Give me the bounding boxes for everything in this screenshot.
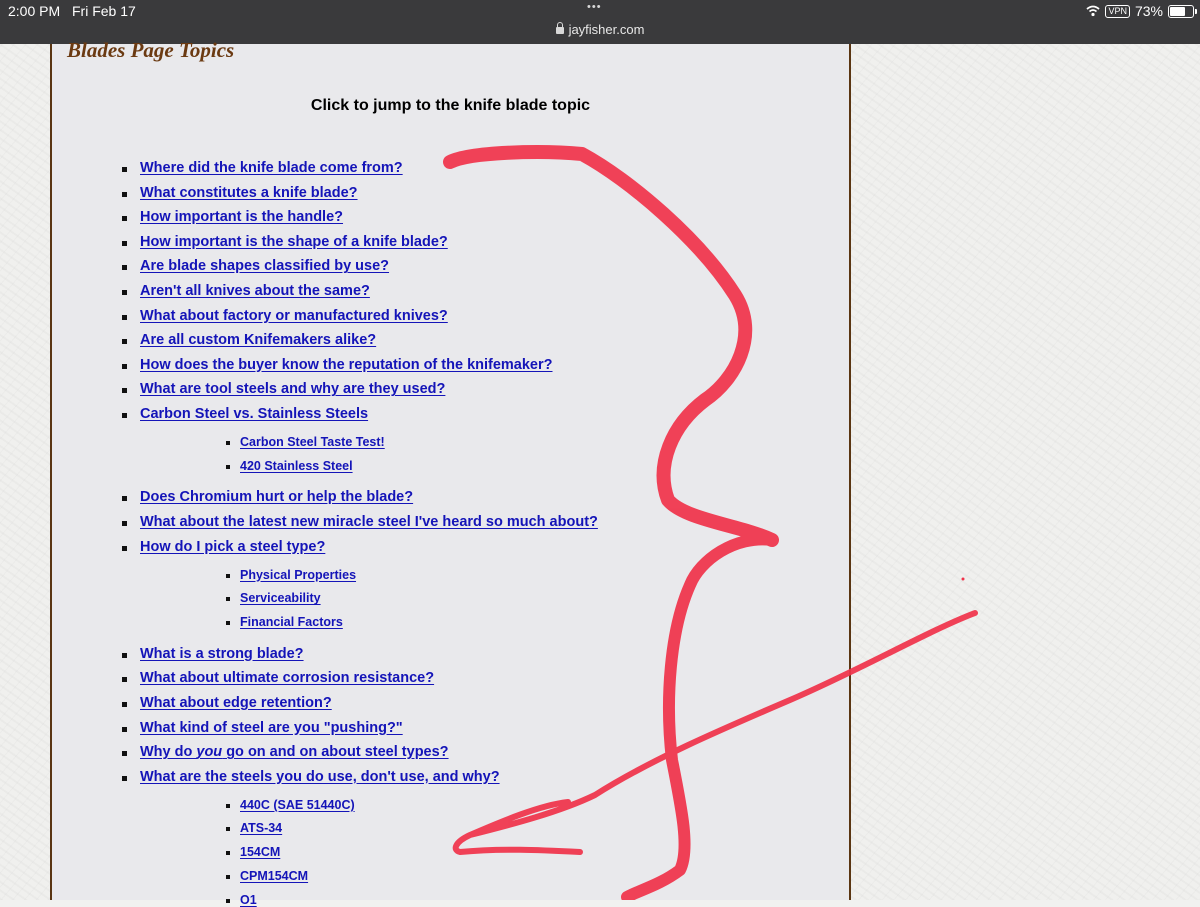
status-indicators: VPN 73% — [1086, 3, 1197, 19]
topic-link[interactable]: What about edge retention? — [140, 695, 332, 711]
topic-link[interactable]: Does Chromium hurt or help the blade? — [140, 489, 413, 505]
subtopic-link[interactable]: Carbon Steel Taste Test! — [240, 435, 385, 449]
topic-link[interactable]: Aren't all knives about the same? — [140, 283, 370, 299]
battery-percent: 73% — [1134, 3, 1163, 19]
subtopic-link[interactable]: Financial Factors — [240, 615, 343, 629]
subtopic-link[interactable]: 154CM — [240, 845, 280, 859]
subtopic-link[interactable]: Physical Properties — [240, 568, 356, 582]
multitasking-dots-icon[interactable]: ••• — [587, 1, 602, 13]
topic-link[interactable]: What are the steels you do use, don't us… — [140, 769, 500, 785]
topic-link[interactable]: What about the latest new miracle steel … — [140, 514, 598, 530]
topic-link[interactable]: What about ultimate corrosion resistance… — [140, 670, 434, 686]
emphasis-text: you — [196, 744, 223, 761]
topic-link[interactable]: What constitutes a knife blade? — [140, 185, 358, 201]
status-date: Fri Feb 17 — [72, 3, 136, 19]
battery-icon — [1168, 4, 1197, 18]
status-time: 2:00 PM — [8, 3, 61, 19]
vpn-badge: VPN — [1105, 4, 1130, 18]
subtopic-link[interactable]: CPM154CM — [240, 869, 308, 883]
bullet-icon — [122, 191, 127, 197]
bullet-icon — [122, 751, 127, 757]
bullet-icon — [122, 521, 127, 526]
bullet-icon — [122, 265, 127, 271]
wifi-icon — [1086, 5, 1101, 17]
page-title: Blades Page Topics — [67, 38, 235, 62]
battery-level — [1170, 6, 1185, 16]
subtopic-link[interactable]: 420 Stainless Steel — [240, 459, 353, 473]
bullet-icon — [122, 216, 127, 222]
bullet-icon — [122, 701, 127, 707]
bullet-icon — [122, 290, 127, 295]
bullet-icon — [226, 874, 230, 879]
topic-link[interactable]: How do I pick a steel type? — [140, 539, 325, 555]
bullet-icon — [122, 496, 127, 502]
bullet-icon — [122, 545, 127, 551]
bullet-icon — [122, 240, 127, 246]
topic-link[interactable]: What are tool steels and why are they us… — [140, 381, 445, 397]
page-subtitle: Click to jump to the knife blade topic — [310, 97, 591, 114]
subtopic-link[interactable]: ATS-34 — [240, 821, 282, 835]
bullet-icon — [122, 677, 127, 683]
bullet-icon — [226, 621, 230, 625]
bullet-icon — [122, 726, 127, 732]
bullet-icon — [122, 314, 127, 320]
content-panel: Blades Page Topics Click to jump to the … — [50, 38, 851, 907]
topic-link[interactable]: Are blade shapes classified by use? — [140, 258, 389, 274]
topic-link[interactable]: Why do you go on and on about steel type… — [140, 744, 449, 760]
bullet-icon — [226, 441, 230, 445]
bullet-icon — [122, 652, 127, 658]
topic-link[interactable]: How does the buyer know the reputation o… — [140, 357, 553, 373]
url-text: jayfisher.com — [568, 22, 645, 37]
topic-link[interactable]: Carbon Steel vs. Stainless Steels — [140, 406, 368, 422]
topic-link[interactable]: What is a strong blade? — [140, 646, 304, 662]
bullet-icon — [122, 339, 127, 345]
subtopic-link[interactable]: Serviceability — [240, 591, 321, 605]
lock-icon — [555, 22, 564, 34]
bullet-icon — [122, 775, 127, 781]
topic-link[interactable]: What about factory or manufactured knive… — [140, 308, 448, 324]
bullet-icon — [122, 413, 127, 418]
subtopic-link[interactable]: 440C (SAE 51440C) — [240, 798, 355, 812]
bullet-icon — [122, 167, 127, 172]
bullet-icon — [226, 597, 230, 602]
bullet-icon — [226, 827, 230, 832]
bullet-icon — [122, 363, 127, 369]
topic-link[interactable]: How important is the shape of a knife bl… — [140, 234, 448, 250]
topic-link[interactable]: What kind of steel are you "pushing?" — [140, 720, 403, 736]
bullet-icon — [122, 388, 127, 394]
bullet-icon — [226, 803, 230, 808]
topic-link[interactable]: How important is the handle? — [140, 209, 343, 225]
topic-link[interactable]: Are all custom Knifemakers alike? — [140, 332, 376, 348]
bullet-icon — [226, 464, 230, 469]
bullet-icon — [226, 851, 230, 856]
bullet-icon — [226, 573, 230, 578]
bullet-icon — [226, 898, 230, 903]
topic-link[interactable]: Where did the knife blade come from? — [140, 160, 403, 176]
address-bar[interactable]: jayfisher.com — [0, 22, 1200, 37]
